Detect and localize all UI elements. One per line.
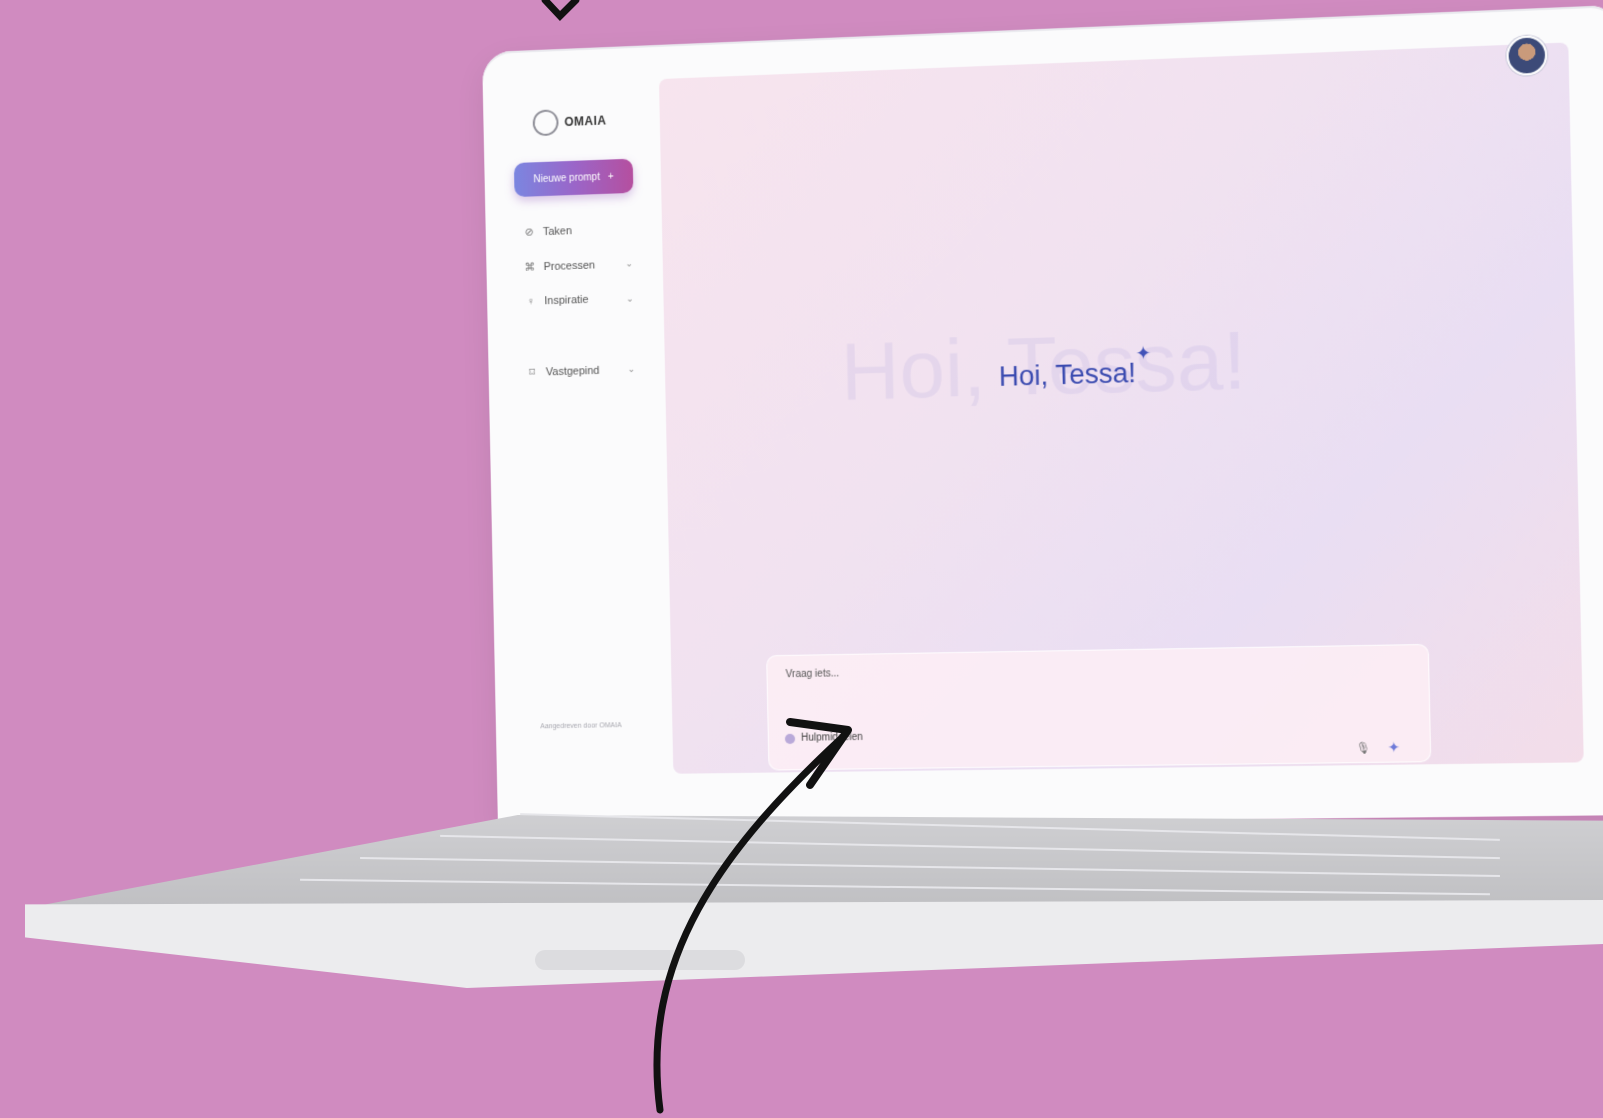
send-icon[interactable]: ✦ <box>1387 739 1400 757</box>
pin-icon: ⌑ <box>529 366 535 379</box>
powered-by: Aangedreven door OMAIA <box>540 722 622 731</box>
sidebar-item-inspiratie[interactable]: ♀ Inspiratie ⌄ <box>524 292 634 308</box>
prompt-input[interactable] <box>783 661 1198 682</box>
laptop-screen: OMAIA Nieuwe prompt + ⊘ Taken ⌘ Processe… <box>482 5 1603 828</box>
lightbulb-icon: ♀ <box>526 295 535 308</box>
check-circle-icon: ⊘ <box>524 226 534 239</box>
microphone-icon[interactable]: 🎙 <box>1356 741 1371 755</box>
greeting-title: Hoi, Tessa! <box>998 357 1137 393</box>
tools-label: Hulpmiddelen <box>800 731 864 744</box>
sidebar-item-label: Inspiratie <box>544 293 589 308</box>
brand-name: OMAIA <box>564 113 607 130</box>
tools-button[interactable]: Hulpmiddelen <box>784 731 864 744</box>
prompt-box: Hulpmiddelen 🎙 ✦ <box>766 643 1432 771</box>
omaia-logo-icon <box>527 104 564 141</box>
sidebar-item-vastgepind[interactable]: ⌑ Vastgepind ⌄ <box>526 363 635 379</box>
new-prompt-button[interactable]: Nieuwe prompt + <box>513 158 634 198</box>
tools-icon <box>784 733 796 744</box>
flow-icon: ⌘ <box>524 261 536 274</box>
sidebar-item-label: Processen <box>543 258 596 273</box>
main-panel: Hoi, Tessa! Hoi, Tessa! ✦ Hulpmiddelen 🎙… <box>658 42 1584 774</box>
sidebar-item-processen[interactable]: ⌘ Processen ⌄ <box>524 257 633 274</box>
sparkle-icon: ✦ <box>1135 342 1152 364</box>
sidebar-item-label: Taken <box>542 224 573 238</box>
new-prompt-label: Nieuwe prompt <box>533 171 601 185</box>
chevron-down-icon: ⌄ <box>625 292 634 304</box>
sidebar-item-label: Vastgepind <box>545 364 600 378</box>
sidebar-item-taken[interactable]: ⊘ Taken <box>523 222 632 239</box>
brand: OMAIA <box>527 104 607 141</box>
sidebar: OMAIA Nieuwe prompt + ⊘ Taken ⌘ Processe… <box>482 45 671 827</box>
chevron-down-icon: ⌄ <box>627 363 636 375</box>
plus-icon: + <box>607 170 614 183</box>
chevron-down-icon: ⌄ <box>625 258 633 269</box>
laptop-notch <box>535 950 745 970</box>
